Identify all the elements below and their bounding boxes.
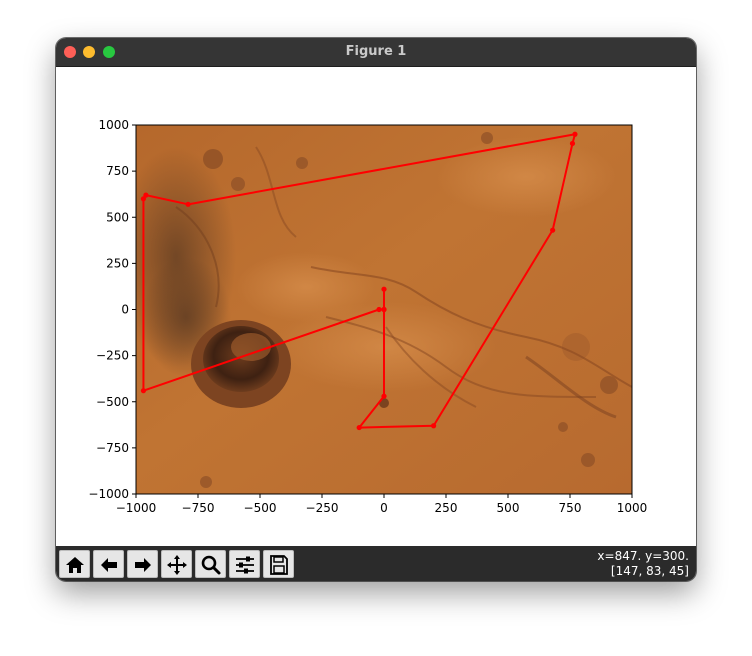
cursor-coordinates-readout: x=847. y=300. [147, 83, 45]: [597, 549, 689, 579]
x-tick-label: −500: [244, 501, 277, 515]
y-tick-label: 750: [106, 164, 129, 178]
x-tick-label: 500: [497, 501, 520, 515]
data-point: [140, 196, 147, 202]
pan-button[interactable]: [161, 550, 192, 578]
move-icon: [167, 555, 187, 575]
title-bar[interactable]: Figure 1: [56, 38, 696, 67]
data-point: [431, 423, 437, 429]
pixel-value-text: [147, 83, 45]: [610, 564, 689, 578]
save-button[interactable]: [263, 550, 294, 578]
figure-window: Figure 1 −1000 −750 −500 −250 0 250 500 …: [56, 38, 696, 581]
sliders-icon: [236, 556, 254, 574]
home-icon: [66, 557, 84, 573]
zoom-icon: [201, 555, 221, 575]
data-point: [140, 388, 147, 394]
y-tick-label: 0: [121, 303, 129, 317]
data-point: [185, 201, 191, 207]
x-tick-label: 1000: [617, 501, 648, 515]
y-axis: −1000 −750 −500 −250 0 250 500 750 1000: [88, 118, 136, 501]
x-axis: −1000 −750 −500 −250 0 250 500 750 1000: [116, 494, 648, 515]
y-tick-label: −750: [96, 441, 129, 455]
data-point: [381, 393, 387, 399]
y-tick-label: −500: [96, 395, 129, 409]
home-button[interactable]: [59, 550, 90, 578]
x-tick-label: −750: [182, 501, 215, 515]
zoom-button[interactable]: [195, 550, 226, 578]
y-tick-label: 1000: [98, 118, 129, 132]
arrow-right-icon: [135, 558, 151, 572]
data-point: [572, 131, 578, 137]
data-point: [376, 306, 382, 313]
x-tick-label: −1000: [116, 501, 157, 515]
arrow-left-icon: [101, 558, 117, 572]
data-point: [550, 227, 556, 233]
forward-button[interactable]: [127, 550, 158, 578]
configure-subplots-button[interactable]: [229, 550, 260, 578]
y-tick-label: −250: [96, 349, 129, 363]
x-tick-label: 250: [435, 501, 458, 515]
window-title: Figure 1: [345, 44, 407, 59]
data-point: [381, 306, 387, 313]
navigation-toolbar: x=847. y=300. [147, 83, 45]: [56, 546, 696, 581]
y-tick-label: 500: [106, 210, 129, 224]
data-point: [569, 140, 576, 147]
figure-canvas[interactable]: −1000 −750 −500 −250 0 250 500 750 1000 −1000 −75…: [56, 67, 696, 546]
y-tick-label: −1000: [88, 487, 129, 501]
save-icon: [270, 555, 288, 575]
plot-svg[interactable]: −1000 −750 −500 −250 0 250 500 750 1000 −1000 −75…: [56, 67, 696, 546]
back-button[interactable]: [93, 550, 124, 578]
terrain-background-image: [136, 125, 632, 494]
x-tick-label: 0: [380, 501, 388, 515]
data-point: [356, 424, 362, 431]
y-tick-label: 250: [106, 256, 129, 270]
x-tick-label: 750: [559, 501, 582, 515]
cursor-position-text: x=847. y=300.: [597, 549, 689, 563]
x-tick-label: −250: [306, 501, 339, 515]
data-point: [381, 286, 387, 292]
